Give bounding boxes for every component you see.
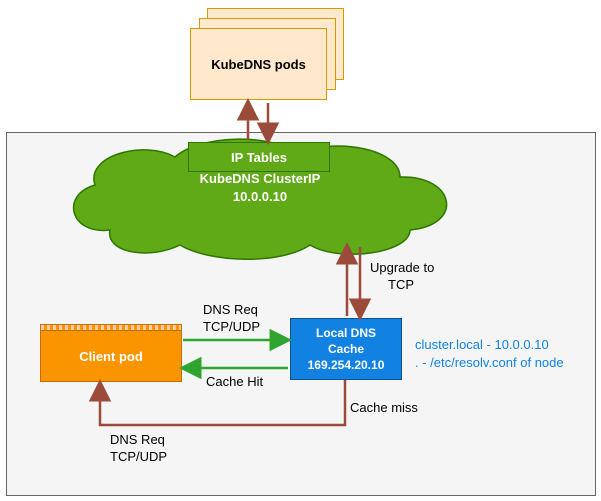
local-dns-cache-box: Local DNS Cache 169.254.20.10	[290, 318, 402, 380]
kubedns-pod-front: KubeDNS pods	[190, 28, 327, 100]
label-upgrade-tcp: Upgrade to TCP	[370, 260, 434, 294]
label-dns-req-bottom: DNS Req TCP/UDP	[110, 432, 167, 466]
resolv-conf-note: cluster.local - 10.0.0.10 . - /etc/resol…	[415, 336, 564, 372]
clusterip-ip: 10.0.0.10	[233, 189, 287, 204]
local-dns-title2: Cache	[328, 341, 364, 357]
diagram-stage: KubeDNS pods KubeDNS ClusterIP 10.0.0.10…	[0, 0, 601, 501]
clusterip-title: KubeDNS ClusterIP	[200, 171, 321, 186]
iptables-box: IP Tables	[188, 142, 330, 172]
label-cache-hit: Cache Hit	[206, 374, 263, 391]
client-pod-label: Client pod	[79, 349, 143, 364]
note-line1: cluster.local - 10.0.0.10	[415, 337, 549, 352]
label-cache-miss: Cache miss	[350, 400, 418, 417]
clusterip-text: KubeDNS ClusterIP 10.0.0.10	[60, 170, 460, 206]
client-pod-box: Client pod	[40, 330, 182, 382]
local-dns-title: Local DNS	[316, 325, 376, 341]
local-dns-ip: 169.254.20.10	[308, 357, 385, 373]
kubedns-pods-label: KubeDNS pods	[211, 57, 306, 72]
iptables-label: IP Tables	[231, 150, 287, 165]
note-line2: . - /etc/resolv.conf of node	[415, 355, 564, 370]
label-dns-req-top: DNS Req TCP/UDP	[203, 302, 260, 336]
